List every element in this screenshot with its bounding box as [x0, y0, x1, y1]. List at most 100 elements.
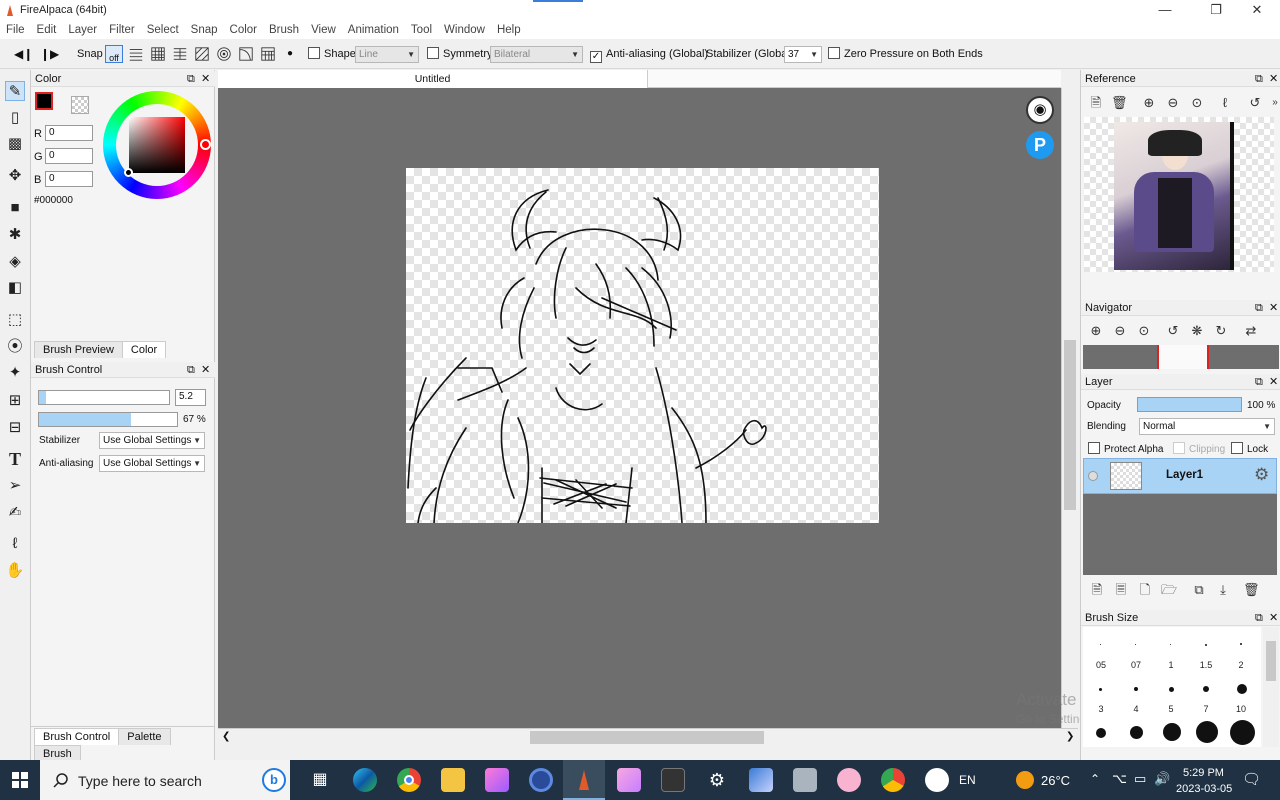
language-indicator[interactable]: EN — [959, 773, 976, 787]
app-icon[interactable]: ⚙ — [705, 768, 729, 792]
delete-reference-icon[interactable]: 🗑 — [1111, 95, 1128, 111]
float-panel-icon[interactable]: ⧉ — [1255, 374, 1263, 390]
new-1bit-layer-icon[interactable]: 🗋 — [1137, 582, 1153, 598]
menu-tool[interactable]: Tool — [405, 22, 438, 39]
brush-size-3[interactable] — [1099, 688, 1102, 691]
nav-zoom-out-icon[interactable]: ⊖ — [1112, 323, 1128, 339]
operation-tool-icon[interactable]: ➢ — [5, 476, 25, 496]
clock-date[interactable]: 2023-03-05 — [1176, 783, 1232, 795]
new-reference-icon[interactable]: 🗎 — [1088, 95, 1104, 111]
brush-size-large[interactable] — [1196, 721, 1218, 743]
transparent-color-swatch[interactable] — [71, 96, 89, 114]
canvas-vertical-scrollbar[interactable] — [1061, 88, 1077, 728]
float-panel-icon[interactable]: ⧉ — [187, 71, 195, 87]
app-icon[interactable] — [793, 768, 817, 792]
sv-picker-handle[interactable] — [124, 168, 133, 177]
zoom-out-icon[interactable]: ⊖ — [1165, 95, 1181, 111]
brush-size-large[interactable] — [1096, 728, 1106, 738]
tab-brush-control[interactable]: Brush Control — [34, 728, 120, 745]
menu-help[interactable]: Help — [491, 22, 527, 39]
close-panel-icon[interactable]: ✕ — [201, 362, 210, 378]
brush-size-large[interactable] — [1163, 723, 1181, 741]
blending-select[interactable]: Normal ▼ — [1139, 418, 1275, 435]
move-tool-icon[interactable]: ✥ — [5, 166, 25, 186]
snap-3d-icon[interactable] — [259, 45, 277, 63]
brush-opacity-slider[interactable] — [38, 412, 178, 427]
brush-size-scrollbar[interactable] — [1263, 627, 1279, 747]
nav-flip-icon[interactable]: ⇄ — [1243, 323, 1259, 339]
brush-size-large[interactable] — [1230, 720, 1255, 745]
drawing-canvas[interactable] — [406, 168, 879, 523]
app-icon[interactable] — [529, 768, 553, 792]
menu-filter[interactable]: Filter — [103, 22, 141, 39]
layer-visibility-icon[interactable] — [1088, 471, 1098, 481]
brush-size-1-5[interactable] — [1205, 644, 1207, 646]
magic-wand-tool-icon[interactable]: ✦ — [5, 363, 25, 383]
r-input[interactable]: 0 — [45, 125, 93, 141]
snap-circle-icon[interactable] — [215, 45, 233, 63]
notifications-icon[interactable]: 🗨 — [1242, 770, 1261, 788]
temperature[interactable]: 26°C — [1041, 773, 1070, 788]
app-icon[interactable] — [617, 768, 641, 792]
rotate-icon[interactable]: ↺ — [1247, 95, 1263, 111]
tray-chevron-icon[interactable]: ⌃ — [1090, 772, 1100, 786]
brush-size-1[interactable] — [1170, 644, 1171, 645]
zoom-fit-icon[interactable]: ⊙ — [1189, 95, 1205, 111]
scroll-thumb[interactable] — [530, 731, 764, 744]
lasso-tool-icon[interactable]: ⦿ — [5, 337, 25, 357]
close-panel-icon[interactable]: ✕ — [1269, 374, 1278, 390]
zero-pressure-checkbox[interactable]: Zero Pressure on Both Ends — [828, 46, 983, 62]
nav-zoom-fit-icon[interactable]: ⊙ — [1136, 323, 1152, 339]
symmetry-select[interactable]: Bilateral ▼ — [490, 46, 583, 63]
edge-icon[interactable] — [353, 768, 377, 792]
eraser-tool-icon[interactable]: ▯ — [5, 108, 25, 128]
menu-color[interactable]: Color — [224, 22, 263, 39]
tab-color[interactable]: Color — [121, 341, 167, 358]
task-view-icon[interactable]: ▦ — [308, 768, 332, 792]
taskbar-search-box[interactable]: Type here to search b — [40, 760, 290, 800]
stabilizer-select[interactable]: 37 ▼ — [784, 46, 822, 63]
maximize-button[interactable]: ❐ — [1193, 0, 1239, 22]
alpaca-mascot-icon[interactable]: ◉ — [1026, 96, 1054, 124]
menu-animation[interactable]: Animation — [342, 22, 405, 39]
alpaca-icon[interactable] — [925, 768, 949, 792]
next-frame-icon[interactable]: ❙▶ — [40, 46, 59, 62]
float-panel-icon[interactable]: ⧉ — [1255, 71, 1263, 87]
gradient-tool-icon[interactable]: ◧ — [5, 278, 25, 298]
new-folder-icon[interactable]: 🗁 — [1161, 582, 1177, 598]
float-panel-icon[interactable]: ⧉ — [1255, 610, 1263, 626]
select-pen-tool-icon[interactable]: ⊞ — [5, 391, 25, 411]
eyedropper-tool-icon[interactable]: ℓ — [5, 534, 25, 554]
menu-view[interactable]: View — [305, 22, 342, 39]
snap-curve-icon[interactable] — [237, 45, 255, 63]
float-panel-icon[interactable]: ⧉ — [1255, 300, 1263, 316]
brush-size-05[interactable] — [1100, 644, 1101, 645]
delete-layer-icon[interactable]: 🗑 — [1243, 582, 1260, 598]
reference-image-area[interactable] — [1084, 117, 1274, 272]
app-icon[interactable] — [485, 768, 509, 792]
divide-tool-icon[interactable]: ✍ — [5, 503, 25, 523]
nav-rotate-right-icon[interactable]: ↻ — [1213, 323, 1229, 339]
scroll-left-icon[interactable]: ❮ — [222, 731, 230, 742]
weather-sun-icon[interactable] — [1016, 771, 1034, 789]
lock-checkbox[interactable]: Lock — [1231, 442, 1268, 455]
layer-settings-gear-icon[interactable]: ⚙ — [1254, 465, 1269, 485]
menu-window[interactable]: Window — [438, 22, 491, 39]
select-eraser-tool-icon[interactable]: ⊟ — [5, 418, 25, 438]
app-icon[interactable] — [661, 768, 685, 792]
shape-checkbox[interactable]: Shape — [308, 46, 356, 62]
brush-size-2[interactable] — [1240, 643, 1242, 645]
tab-brush-preview[interactable]: Brush Preview — [34, 341, 123, 358]
nav-reset-rotate-icon[interactable]: ❋ — [1189, 323, 1205, 339]
brush-size-large[interactable] — [1130, 726, 1143, 739]
pixiv-icon[interactable]: P — [1026, 131, 1054, 159]
app-icon[interactable] — [837, 768, 861, 792]
close-panel-icon[interactable]: ✕ — [201, 71, 210, 87]
hue-picker-handle[interactable] — [200, 139, 211, 150]
brush-size-input[interactable]: 5.2 — [175, 389, 206, 406]
layer-row[interactable]: Layer1 ⚙ — [1083, 458, 1277, 494]
clock-time[interactable]: 5:29 PM — [1183, 767, 1224, 779]
close-panel-icon[interactable]: ✕ — [1269, 300, 1278, 316]
bucket-tool-icon[interactable]: ◈ — [5, 252, 25, 272]
navigator-preview[interactable] — [1083, 345, 1279, 369]
